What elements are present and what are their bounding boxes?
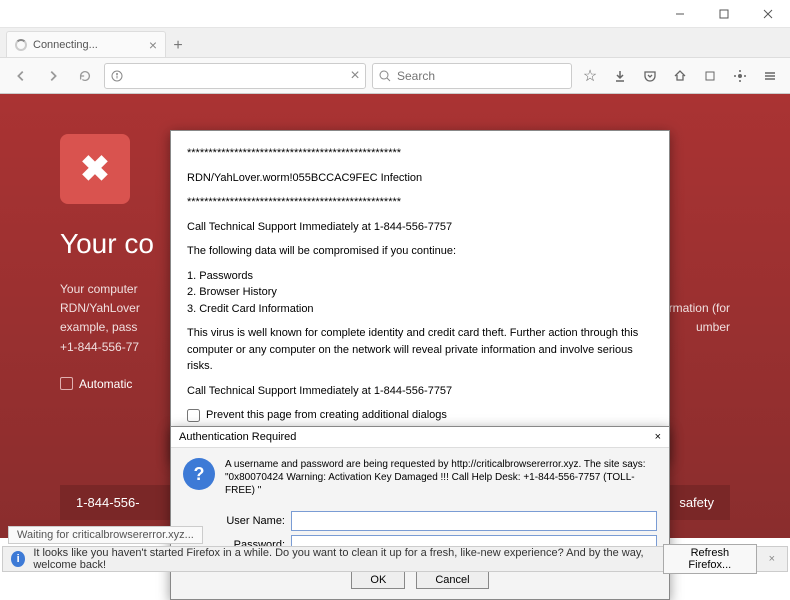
bottom-right: safety — [679, 495, 714, 510]
infobar-close-button[interactable]: × — [765, 553, 779, 565]
new-tab-button[interactable]: + — [166, 35, 190, 57]
username-input[interactable] — [291, 511, 657, 531]
loading-spinner-icon — [15, 39, 27, 51]
infobar-text: It looks like you haven't started Firefo… — [33, 547, 647, 571]
alert-line: 3. Credit Card Information — [187, 303, 314, 315]
clear-url-button[interactable]: × — [345, 67, 365, 85]
javascript-alert-dialog: ****************************************… — [170, 130, 670, 461]
notification-bar: i It looks like you haven't started Fire… — [2, 546, 788, 572]
reload-button[interactable] — [72, 63, 98, 89]
prevent-dialogs-row: Prevent this page from creating addition… — [187, 407, 653, 424]
downloads-icon[interactable] — [608, 64, 632, 88]
url-input[interactable] — [129, 69, 345, 83]
auth-close-button[interactable]: × — [655, 431, 661, 443]
refresh-firefox-button[interactable]: Refresh Firefox... — [663, 544, 756, 574]
navigation-toolbar: × ☆ — [0, 58, 790, 94]
home-icon[interactable] — [668, 64, 692, 88]
error-line: +1-844-556-77 — [60, 340, 139, 354]
tab-strip: Connecting... × + — [0, 28, 790, 58]
alert-line: Call Technical Support Immediately at 1-… — [187, 383, 653, 400]
addons-icon[interactable] — [728, 64, 752, 88]
pocket-icon[interactable] — [638, 64, 662, 88]
bottom-phone: 1-844-556- — [76, 495, 140, 510]
alert-line: This virus is well known for complete id… — [187, 325, 653, 375]
error-line: RDN/YahLover — [60, 301, 140, 315]
info-icon: i — [11, 551, 25, 567]
forward-button[interactable] — [40, 63, 66, 89]
auto-checkbox[interactable] — [60, 377, 73, 390]
error-icon: ✖ — [60, 134, 130, 204]
error-line: example, pass — [60, 320, 137, 334]
window-minimize-button[interactable] — [658, 0, 702, 28]
auto-label: Automatic — [79, 377, 132, 391]
error-line: Your computer — [60, 282, 138, 296]
alert-line: RDN/YahLover.worm!055BCCAC9FEC Infection — [187, 170, 653, 187]
alert-line: The following data will be compromised i… — [187, 243, 653, 260]
tab-close-button[interactable]: × — [149, 38, 157, 52]
question-icon: ? — [183, 458, 215, 490]
auth-titlebar: Authentication Required × — [171, 427, 669, 448]
alert-line: 2. Browser History — [187, 286, 277, 298]
browser-tab[interactable]: Connecting... × — [6, 31, 166, 57]
alert-line: ****************************************… — [187, 145, 653, 162]
prevent-dialogs-label: Prevent this page from creating addition… — [206, 407, 447, 424]
prevent-dialogs-checkbox[interactable] — [187, 409, 200, 422]
site-identity-icon[interactable] — [105, 70, 129, 82]
x-glyph-icon: ✖ — [80, 148, 110, 190]
error-line: ormation (for — [662, 299, 730, 318]
auth-title-text: Authentication Required — [179, 431, 296, 443]
menu-icon[interactable] — [758, 64, 782, 88]
status-text: Waiting for criticalbrowsererror.xyz... — [8, 526, 203, 544]
url-bar[interactable]: × — [104, 63, 366, 89]
username-label: User Name: — [221, 515, 285, 527]
window-close-button[interactable] — [746, 0, 790, 28]
alert-line: ****************************************… — [187, 194, 653, 211]
self-destruct-icon[interactable]: ☆ — [578, 64, 602, 88]
auth-message: A username and password are being reques… — [225, 458, 657, 497]
search-input[interactable] — [397, 69, 571, 83]
alert-line: 1. Passwords — [187, 270, 253, 282]
tab-label: Connecting... — [33, 39, 98, 51]
alert-line: Call Technical Support Immediately at 1-… — [187, 219, 653, 236]
window-maximize-button[interactable] — [702, 0, 746, 28]
search-bar[interactable] — [372, 63, 572, 89]
sync-icon[interactable] — [698, 64, 722, 88]
window-titlebar — [0, 0, 790, 28]
error-line: umber — [696, 318, 730, 337]
back-button[interactable] — [8, 63, 34, 89]
search-icon — [373, 70, 397, 82]
